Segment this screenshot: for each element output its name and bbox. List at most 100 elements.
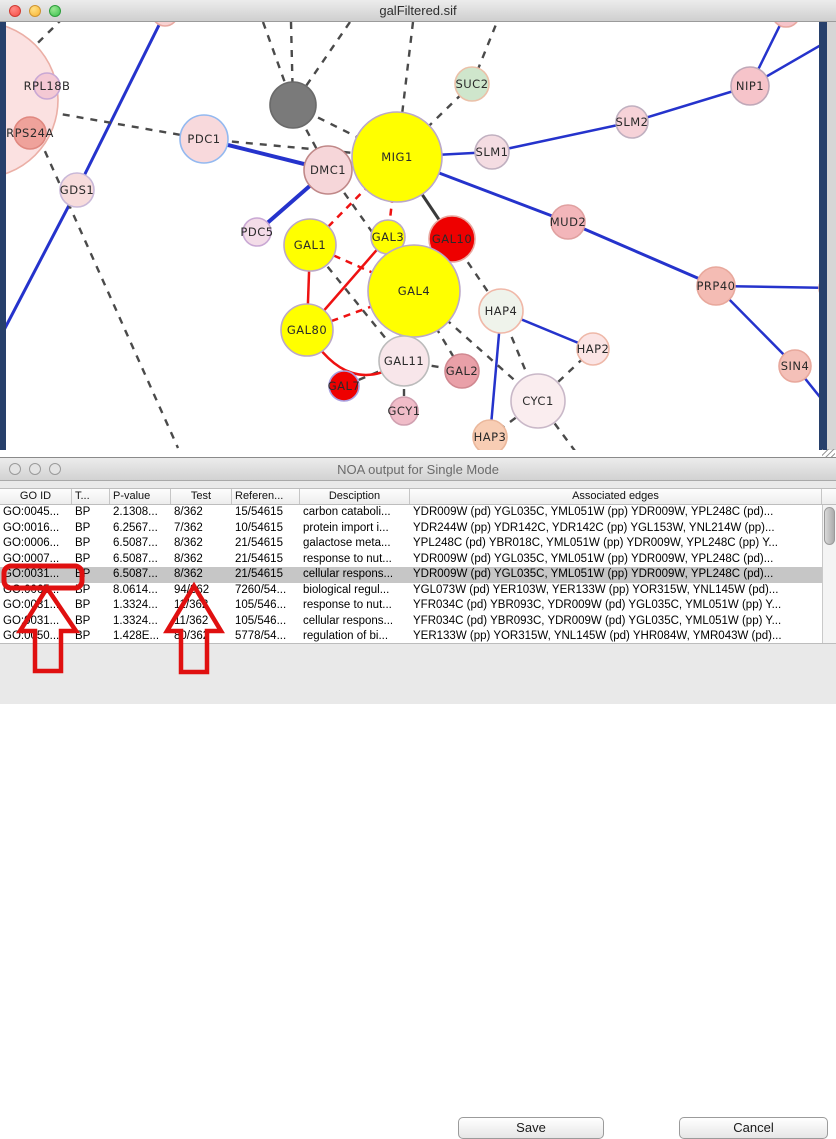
test-cell[interactable]: 11/362 [171, 614, 232, 630]
test-cell[interactable]: 80/362 [171, 629, 232, 643]
p-value-cell[interactable]: 1.428E... [110, 629, 171, 643]
table-row[interactable]: GO:0065...BP8.0614...94/3627260/54...bio… [0, 583, 822, 599]
description-cell[interactable]: cellular respons... [300, 614, 410, 630]
edge-dashed[interactable] [22, 100, 178, 448]
reference-cell[interactable]: 21/54615 [232, 552, 300, 568]
node-big-left[interactable] [0, 22, 58, 178]
test-cell[interactable]: 8/362 [171, 552, 232, 568]
edge-blue[interactable] [492, 122, 632, 152]
go-id-cell[interactable]: GO:0007... [0, 552, 72, 568]
type-cell[interactable]: BP [72, 583, 110, 599]
associated-edges-cell[interactable]: YPL248C (pd) YBR018C, YML051W (pp) YDR00… [410, 536, 822, 552]
type-cell[interactable]: BP [72, 505, 110, 521]
column-header-p-value[interactable]: P-value [110, 489, 171, 504]
type-cell[interactable]: BP [72, 536, 110, 552]
associated-edges-cell[interactable]: YDR009W (pd) YGL035C, YML051W (pp) YDR00… [410, 552, 822, 568]
network-window: galFiltered.sif RPL18BRPS24AGDS1PDC1DMC1… [0, 0, 836, 457]
resize-grip[interactable] [822, 449, 835, 457]
p-value-cell[interactable]: 2.1308... [110, 505, 171, 521]
column-header-test[interactable]: Test [171, 489, 232, 504]
type-cell[interactable]: BP [72, 567, 110, 583]
type-cell[interactable]: BP [72, 598, 110, 614]
description-cell[interactable]: protein import i... [300, 521, 410, 537]
type-cell[interactable]: BP [72, 614, 110, 630]
node-pink-top1[interactable] [152, 22, 178, 26]
test-cell[interactable]: 11/362 [171, 598, 232, 614]
test-cell[interactable]: 94/362 [171, 583, 232, 599]
test-cell[interactable]: 7/362 [171, 521, 232, 537]
associated-edges-cell[interactable]: YDR009W (pd) YGL035C, YML051W (pp) YDR00… [410, 567, 822, 583]
table-row[interactable]: GO:0031...BP1.3324...11/362105/546...cel… [0, 614, 822, 630]
go-id-cell[interactable]: GO:0045... [0, 505, 72, 521]
go-id-cell[interactable]: GO:0031... [0, 614, 72, 630]
associated-edges-cell[interactable]: YFR034C (pd) YBR093C, YDR009W (pd) YGL03… [410, 614, 822, 630]
save-button[interactable]: Save [458, 1117, 604, 1139]
table-row[interactable]: GO:0031...BP1.3324...11/362105/546...res… [0, 598, 822, 614]
column-header-t[interactable]: T... [72, 489, 110, 504]
reference-cell[interactable]: 21/54615 [232, 536, 300, 552]
p-value-cell[interactable]: 6.2567... [110, 521, 171, 537]
p-value-cell[interactable]: 8.0614... [110, 583, 171, 599]
go-id-cell[interactable]: GO:0016... [0, 521, 72, 537]
test-cell[interactable]: 8/362 [171, 567, 232, 583]
node-label-pdc1: PDC1 [187, 132, 220, 146]
p-value-cell[interactable]: 6.5087... [110, 567, 171, 583]
table-vertical-scrollbar[interactable] [822, 505, 836, 643]
table-row[interactable]: GO:0045...BP2.1308...8/36215/54615carbon… [0, 505, 822, 521]
reference-cell[interactable]: 21/54615 [232, 567, 300, 583]
go-id-cell[interactable]: GO:0006... [0, 536, 72, 552]
network-window-titlebar[interactable]: galFiltered.sif [0, 0, 836, 22]
test-cell[interactable]: 8/362 [171, 536, 232, 552]
node-pink-top2[interactable] [772, 22, 800, 27]
column-header-go-id[interactable]: GO ID [0, 489, 72, 504]
reference-cell[interactable]: 15/54615 [232, 505, 300, 521]
reference-cell[interactable]: 105/546... [232, 614, 300, 630]
p-value-cell[interactable]: 6.5087... [110, 536, 171, 552]
associated-edges-cell[interactable]: YGL073W (pd) YER103W, YER133W (pp) YOR31… [410, 583, 822, 599]
table-row[interactable]: GO:0031...BP6.5087...8/36221/54615cellul… [0, 567, 822, 583]
go-id-cell[interactable]: GO:0031... [0, 567, 72, 583]
description-cell[interactable]: regulation of bi... [300, 629, 410, 643]
canvas-border [827, 22, 836, 450]
description-cell[interactable]: cellular respons... [300, 567, 410, 583]
go-id-cell[interactable]: GO:0065... [0, 583, 72, 599]
node-gray[interactable] [270, 82, 316, 128]
reference-cell[interactable]: 105/546... [232, 598, 300, 614]
associated-edges-cell[interactable]: YDR009W (pd) YGL035C, YML051W (pp) YDR00… [410, 505, 822, 521]
table-row[interactable]: GO:0006...BP6.5087...8/36221/54615galact… [0, 536, 822, 552]
test-cell[interactable]: 8/362 [171, 505, 232, 521]
cancel-button[interactable]: Cancel [679, 1117, 828, 1139]
associated-edges-cell[interactable]: YFR034C (pd) YBR093C, YDR009W (pd) YGL03… [410, 598, 822, 614]
type-cell[interactable]: BP [72, 552, 110, 568]
type-cell[interactable]: BP [72, 521, 110, 537]
go-id-cell[interactable]: GO:0050... [0, 629, 72, 643]
associated-edges-cell[interactable]: YER133W (pp) YOR315W, YNL145W (pd) YHR08… [410, 629, 822, 643]
reference-cell[interactable]: 5778/54... [232, 629, 300, 643]
column-header-associated-edges[interactable]: Associated edges [410, 489, 822, 504]
edge-blue[interactable] [568, 222, 716, 286]
description-cell[interactable]: biological regul... [300, 583, 410, 599]
p-value-cell[interactable]: 1.3324... [110, 598, 171, 614]
column-header-referen[interactable]: Referen... [232, 489, 300, 504]
edge-blue[interactable] [4, 190, 77, 330]
type-cell[interactable]: BP [72, 629, 110, 643]
scrollbar-thumb[interactable] [824, 507, 835, 545]
description-cell[interactable]: response to nut... [300, 598, 410, 614]
table-row[interactable]: GO:0016...BP6.2567...7/36210/54615protei… [0, 521, 822, 537]
p-value-cell[interactable]: 1.3324... [110, 614, 171, 630]
edge-blue[interactable] [77, 22, 165, 190]
reference-cell[interactable]: 7260/54... [232, 583, 300, 599]
network-canvas[interactable]: RPL18BRPS24AGDS1PDC1DMC1MIG1SUC2SLM1SLM2… [0, 22, 836, 450]
go-id-cell[interactable]: GO:0031... [0, 598, 72, 614]
table-row[interactable]: GO:0050...BP1.428E...80/3625778/54...reg… [0, 629, 822, 643]
column-header-desciption[interactable]: Desciption [300, 489, 410, 504]
p-value-cell[interactable]: 6.5087... [110, 552, 171, 568]
description-cell[interactable]: galactose meta... [300, 536, 410, 552]
node-label-suc2: SUC2 [455, 77, 488, 91]
table-row[interactable]: GO:0007...BP6.5087...8/36221/54615respon… [0, 552, 822, 568]
associated-edges-cell[interactable]: YDR244W (pp) YDR142C, YDR142C (pp) YGL15… [410, 521, 822, 537]
description-cell[interactable]: response to nut... [300, 552, 410, 568]
reference-cell[interactable]: 10/54615 [232, 521, 300, 537]
noa-window-titlebar[interactable]: NOA output for Single Mode [0, 458, 836, 481]
description-cell[interactable]: carbon cataboli... [300, 505, 410, 521]
